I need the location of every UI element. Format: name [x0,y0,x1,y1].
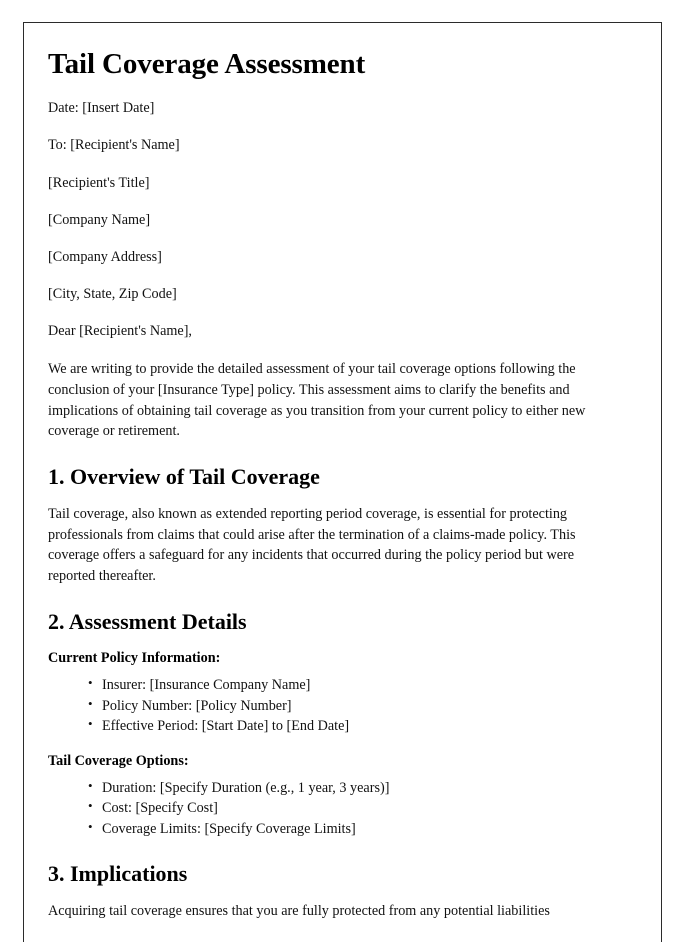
document-page: Tail Coverage Assessment Date: [Insert D… [23,22,662,942]
subheading-tail-coverage-options: Tail Coverage Options: [48,752,189,769]
list-item: Cost: [Specify Cost] [88,797,623,818]
date-line: Date: [Insert Date] [48,100,155,117]
intro-paragraph: We are writing to provide the detailed a… [48,361,586,440]
subheading-current-policy-information: Current Policy Information: [48,649,221,666]
list-tail-coverage-options: Duration: [Specify Duration (e.g., 1 yea… [48,777,623,839]
company-address-line: [Company Address] [48,248,162,265]
list-item: Insurer: [Insurance Company Name] [88,674,623,695]
list-current-policy-information: Insurer: [Insurance Company Name] Policy… [48,674,623,736]
section-heading-assessment-details: 2. Assessment Details [48,608,247,634]
list-item: Duration: [Specify Duration (e.g., 1 yea… [88,777,623,798]
recipient-name-line: To: [Recipient's Name] [48,137,180,154]
section-heading-implications: 3. Implications [48,860,188,886]
section-paragraph-overview: Tail coverage, also known as extended re… [48,506,576,584]
page-title: Tail Coverage Assessment [48,48,366,80]
list-item: Coverage Limits: [Specify Coverage Limit… [88,818,623,839]
list-item: Policy Number: [Policy Number] [88,695,623,716]
section-paragraph-implications: Acquiring tail coverage ensures that you… [48,903,550,920]
salutation-line: Dear [Recipient's Name], [48,323,192,340]
company-name-line: [Company Name] [48,211,151,228]
recipient-title-line: [Recipient's Title] [48,174,150,191]
section-heading-overview: 1. Overview of Tail Coverage [48,463,320,489]
city-state-zip-line: [City, State, Zip Code] [48,286,177,303]
list-item: Effective Period: [Start Date] to [End D… [88,715,623,736]
document-content: Tail Coverage Assessment Date: [Insert D… [24,23,661,922]
